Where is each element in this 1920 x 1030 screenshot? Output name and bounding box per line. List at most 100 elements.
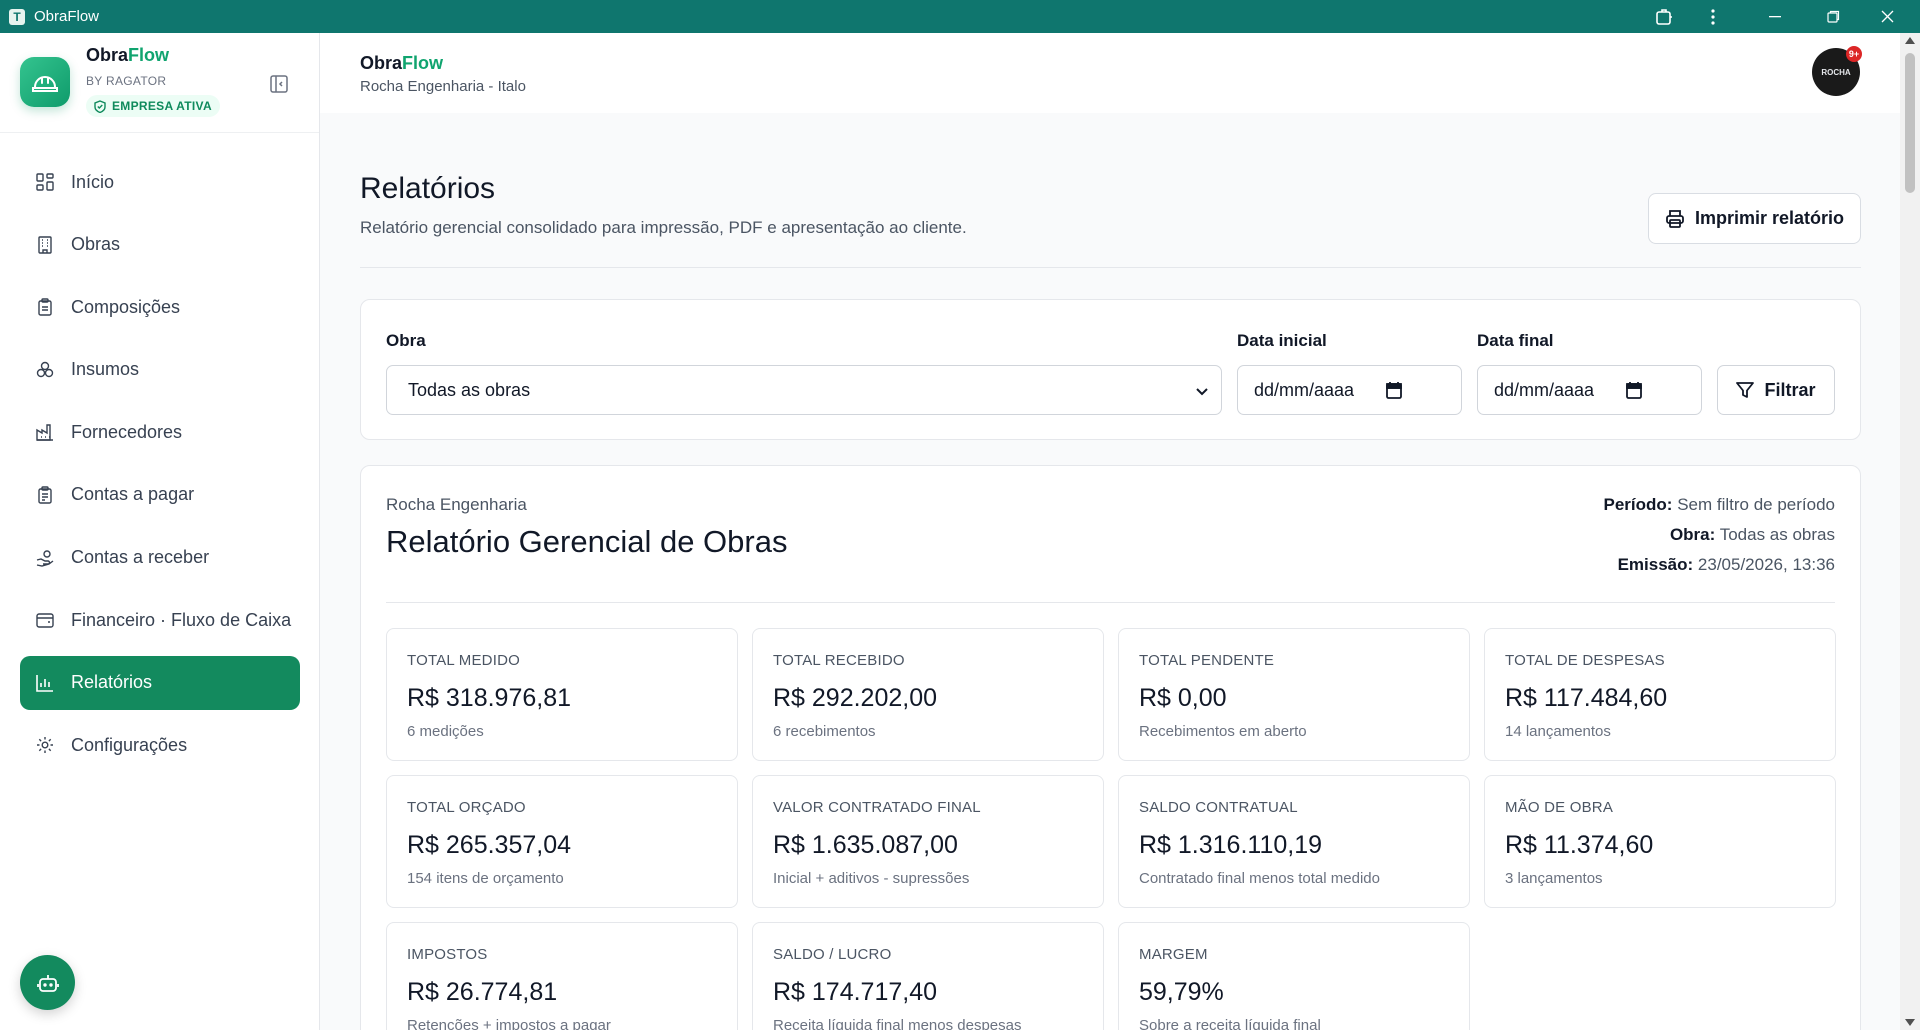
clipboard-icon [35,297,55,317]
kpi-note: Contratado final menos total medido [1139,870,1380,887]
kpi-label: TOTAL DE DESPESAS [1505,652,1665,669]
kpi-note: 3 lançamentos [1505,870,1603,887]
bar-chart-icon [35,673,55,693]
printer-icon [1666,209,1684,228]
kpi-value: R$ 117.484,60 [1505,684,1668,712]
kpi-note: 6 recebimentos [773,723,876,740]
minimize-icon[interactable] [1752,0,1798,33]
kpi-value: R$ 1.316.110,19 [1139,831,1323,859]
report-title: Relatório Gerencial de Obras [386,524,788,559]
sidebar-item-label: Obras [71,234,121,255]
restore-icon[interactable] [1810,0,1856,33]
kpi-label: VALOR CONTRATADO FINAL [773,799,981,816]
scrollbar-thumb[interactable] [1905,53,1915,193]
sidebar-item-contas-a-receber[interactable]: Contas a receber [20,531,300,585]
close-icon[interactable] [1864,0,1910,33]
factory-icon [35,422,55,442]
sidebar: ObraFlow BY RAGATOR EMPRESA ATIVA Início… [0,33,320,1030]
report-period: Período: Sem filtro de período [1603,495,1836,514]
kpi-value: R$ 1.635.087,00 [773,831,958,859]
end-date-label: Data final [1477,331,1554,350]
sidebar-item-label: Composições [71,296,181,317]
end-date-input[interactable]: dd/mm/aaaa [1477,365,1702,415]
sidebar-item-contas-a-pagar[interactable]: Contas a pagar [20,468,300,522]
chevron-down-icon [1196,388,1208,396]
sidebar-item-composicoes[interactable]: Composições [20,280,300,334]
brand-name: ObraFlow [86,45,170,65]
sidebar-item-obras[interactable]: Obras [20,218,300,272]
kpi-value: R$ 11.374,60 [1505,831,1654,859]
kpi-label: TOTAL ORÇADO [407,799,526,816]
sidebar-item-fornecedores[interactable]: Fornecedores [20,405,300,459]
kpi-label: TOTAL MEDIDO [407,652,520,669]
start-date-input[interactable]: dd/mm/aaaa [1237,365,1462,415]
kpi-note: Recebimentos em aberto [1139,723,1307,740]
kpi-card: TOTAL RECEBIDO R$ 292.202,00 6 recebimento… [752,628,1104,761]
window-titlebar: T ObraFlow [0,0,1920,33]
shield-check-icon [94,99,106,113]
kpi-value: R$ 26.774,81 [407,978,558,1006]
hard-hat-logo-icon [20,57,70,107]
sidebar-item-configuracoes[interactable]: Configurações [20,718,300,772]
page-subtitle: Relatório gerencial consolidado para imp… [360,218,967,237]
sidebar-item-relatorios[interactable]: Relatórios [20,655,300,710]
sidebar-item-label: Fornecedores [71,421,183,442]
boxes-icon [35,360,55,380]
bot-icon [36,974,59,992]
sidebar-item-insumos[interactable]: Insumos [20,343,300,397]
more-options-icon[interactable] [1690,0,1736,33]
dashboard-grid-icon [35,172,55,192]
kpi-note: Receita líquida final menos despesas [773,1017,1022,1030]
app-logo-icon: T [9,8,25,25]
scroll-up-arrow-icon[interactable] [1905,37,1915,44]
sidebar-item-label: Insumos [71,359,140,380]
notification-badge: 9+ [1846,46,1862,62]
kpi-value: 59,79% [1139,978,1224,1006]
sidebar-nav: Início Obras Composições Insumos Fornece… [20,155,300,781]
kpi-card: VALOR CONTRATADO FINAL R$ 1.635.087,00 Ini… [752,775,1104,908]
main-header: ObraFlow Rocha Engenharia - Italo ROCHA … [320,33,1900,113]
hand-coins-icon [35,548,55,568]
header-divider [360,267,1861,268]
kpi-note: 14 lançamentos [1505,723,1611,740]
kpi-value: R$ 318.976,81 [407,684,572,712]
sidebar-item-label: Configurações [71,734,188,755]
kpi-card: SALDO CONTRATUAL R$ 1.316.110,19 Contratad… [1118,775,1470,908]
kpi-card: TOTAL DE DESPESAS R$ 117.484,60 14 lançame… [1484,628,1836,761]
kpi-note: Sobre a receita líquida final [1139,1017,1321,1030]
avatar[interactable]: ROCHA 9+ [1812,46,1862,96]
kpi-card: IMPOSTOS R$ 26.774,81 Retenções + impostos… [386,922,738,1030]
calendar-icon [1626,382,1642,399]
sidebar-item-label: Relatórios [71,672,153,693]
receipt-icon [35,485,55,505]
scroll-down-arrow-icon[interactable] [1905,1019,1915,1026]
sidebar-item-financeiro[interactable]: Financeiro · Fluxo de Caixa [20,593,300,647]
kpi-card: TOTAL ORÇADO R$ 265.357,04 154 itens de or… [386,775,738,908]
kpi-label: MÃO DE OBRA [1505,799,1614,816]
header-company-user: Rocha Engenharia - Italo [360,78,526,95]
kpi-card: MARGEM 59,79% Sobre a receita líquida fina… [1118,922,1470,1030]
kpi-note: Retenções + impostos a pagar [407,1017,611,1030]
kpi-label: SALDO CONTRATUAL [1139,799,1298,816]
company-active-badge: EMPRESA ATIVA [86,95,220,117]
report-emission: Emissão: 23/05/2026, 13:36 [1617,555,1835,574]
extension-icon[interactable] [1641,0,1687,33]
kpi-label: IMPOSTOS [407,946,488,963]
calendar-icon [1386,382,1402,399]
report-divider [386,602,1835,603]
sidebar-item-label: Contas a pagar [71,484,195,505]
sidebar-item-inicio[interactable]: Início [20,155,300,209]
assistant-bot-button[interactable] [20,955,75,1010]
sidebar-item-label: Financeiro · Fluxo de Caixa [71,609,292,630]
print-report-button[interactable]: Imprimir relatório [1648,193,1861,244]
obra-select-value: Todas as obras [408,379,531,400]
kpi-label: TOTAL PENDENTE [1139,652,1275,669]
building-icon [35,235,55,255]
filter-button-label: Filtrar [1764,379,1816,400]
panel-left-icon [270,75,288,93]
page-scrollbar[interactable] [1900,33,1920,1030]
filter-button[interactable]: Filtrar [1717,365,1835,415]
sidebar-collapse-button[interactable] [268,73,290,95]
kpi-note: 6 medições [407,723,484,740]
obra-select[interactable]: Todas as obras [386,365,1222,415]
